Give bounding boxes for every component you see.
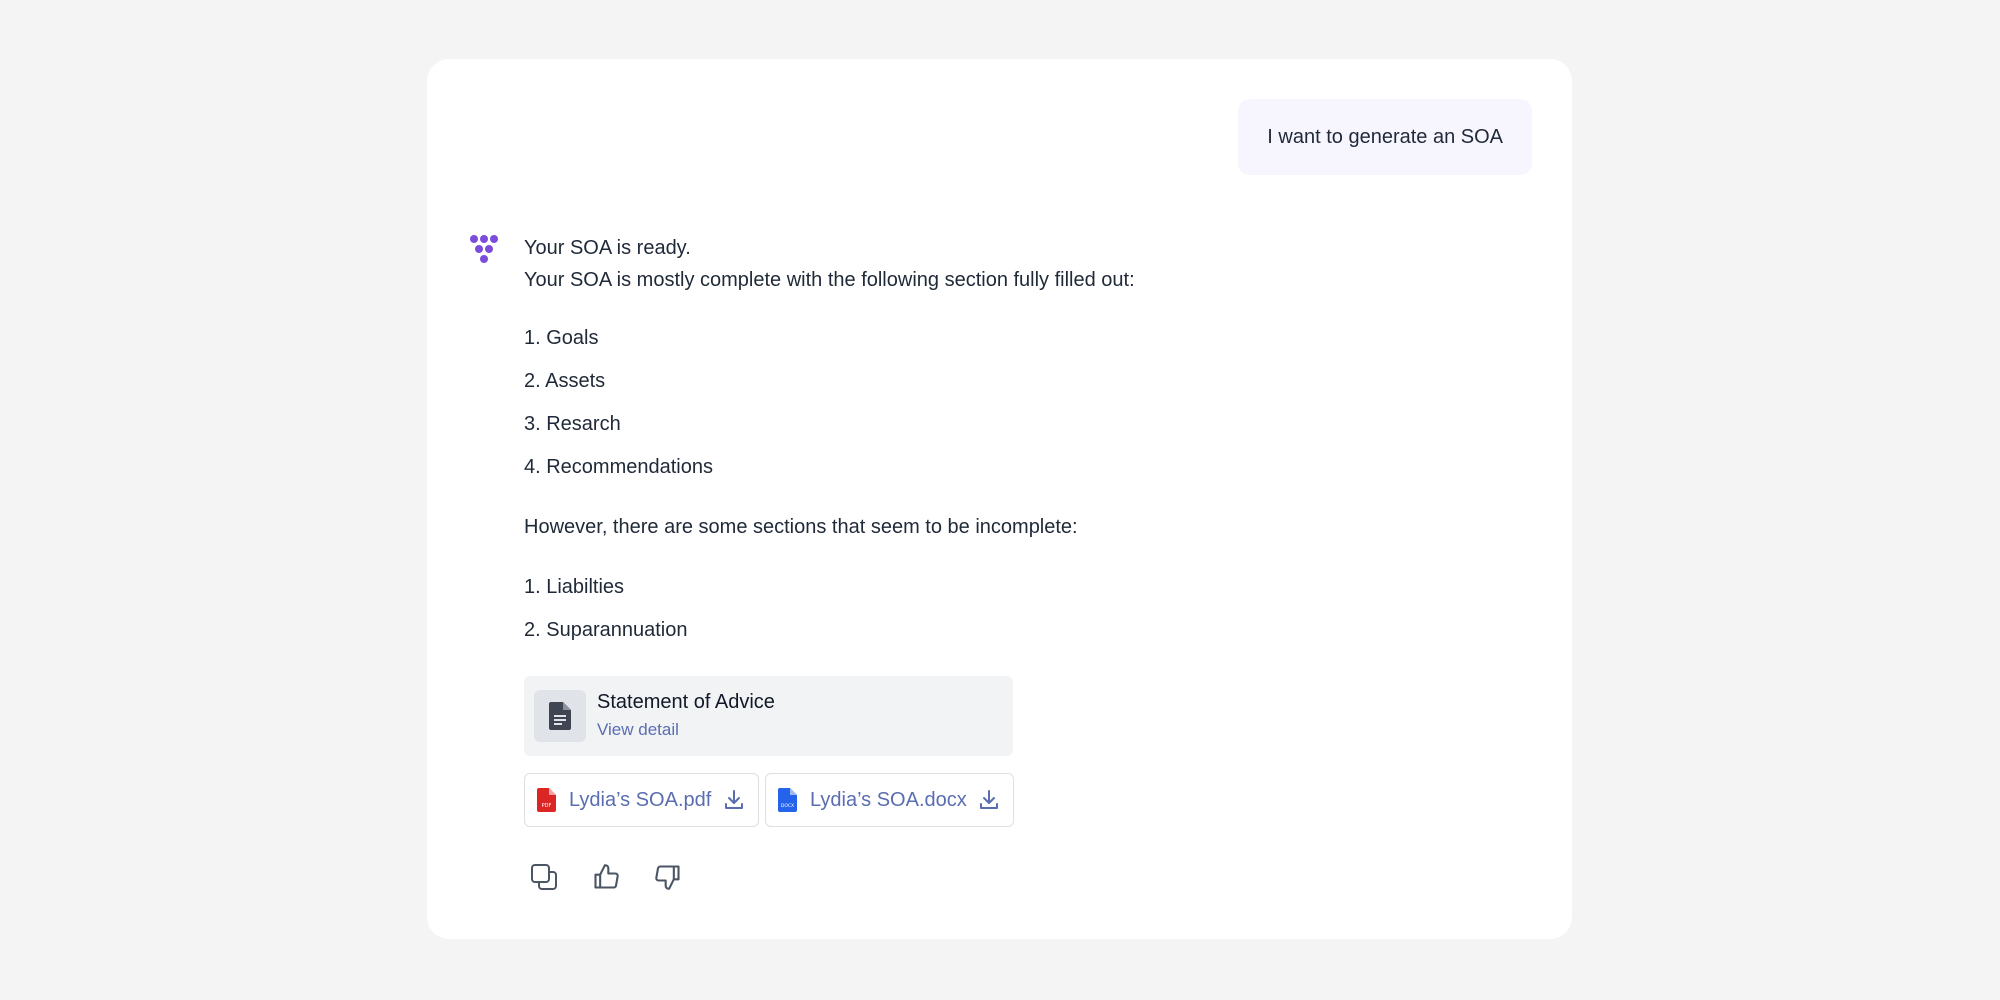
complete-sections-list: 1. Goals 2. Assets 3. Resarch 4. Recomme… xyxy=(524,322,1524,483)
thumbs-up-button[interactable] xyxy=(590,861,622,893)
list-item: 2. Suparannuation xyxy=(524,619,688,641)
chat-card: I want to generate an SOA Your SOA is re… xyxy=(427,59,1572,939)
user-message-text: I want to generate an SOA xyxy=(1267,125,1503,148)
copy-icon xyxy=(531,864,557,890)
thumbs-down-icon xyxy=(655,865,680,890)
document-title: Statement of Advice xyxy=(597,691,775,713)
download-icon[interactable] xyxy=(977,788,1001,812)
incomplete-intro: However, there are some sections that se… xyxy=(524,516,1078,538)
list-item: 1. Liabilties xyxy=(524,576,625,598)
docx-icon-label: DOCX xyxy=(781,803,794,809)
download-icon[interactable] xyxy=(722,788,746,812)
grape-cluster-logo-icon xyxy=(470,235,498,263)
assistant-complete-intro: Your SOA is mostly complete with the fol… xyxy=(524,269,1135,291)
thumbs-down-button[interactable] xyxy=(652,861,684,893)
docx-file-name: Lydia’s SOA.docx xyxy=(810,789,967,811)
document-icon xyxy=(534,690,586,742)
assistant-message: Your SOA is ready. Your SOA is mostly co… xyxy=(524,232,1524,893)
list-item: 2. Assets xyxy=(524,370,606,392)
pdf-icon-label: PDF xyxy=(542,803,552,809)
file-attachments: PDF Lydia’s SOA.pdf DOCX Lydia’s SOA.doc… xyxy=(524,773,1524,827)
docx-file-icon: DOCX xyxy=(778,788,797,812)
incomplete-sections-list: 1. Liabilties 2. Suparannuation xyxy=(524,571,1524,646)
docx-file-chip[interactable]: DOCX Lydia’s SOA.docx xyxy=(765,773,1014,827)
thumbs-up-icon xyxy=(594,864,619,889)
message-actions xyxy=(528,861,1524,893)
pdf-file-chip[interactable]: PDF Lydia’s SOA.pdf xyxy=(524,773,759,827)
view-detail-link[interactable]: View detail xyxy=(597,717,775,743)
list-item: 1. Goals xyxy=(524,327,599,349)
pdf-file-name: Lydia’s SOA.pdf xyxy=(569,789,712,811)
user-message-bubble: I want to generate an SOA xyxy=(1238,99,1532,175)
assistant-ready-line: Your SOA is ready. xyxy=(524,237,691,259)
list-item: 3. Resarch xyxy=(524,413,621,435)
copy-button[interactable] xyxy=(528,861,560,893)
pdf-file-icon: PDF xyxy=(537,788,556,812)
statement-of-advice-card[interactable]: Statement of Advice View detail xyxy=(524,676,1013,756)
list-item: 4. Recommendations xyxy=(524,456,713,478)
